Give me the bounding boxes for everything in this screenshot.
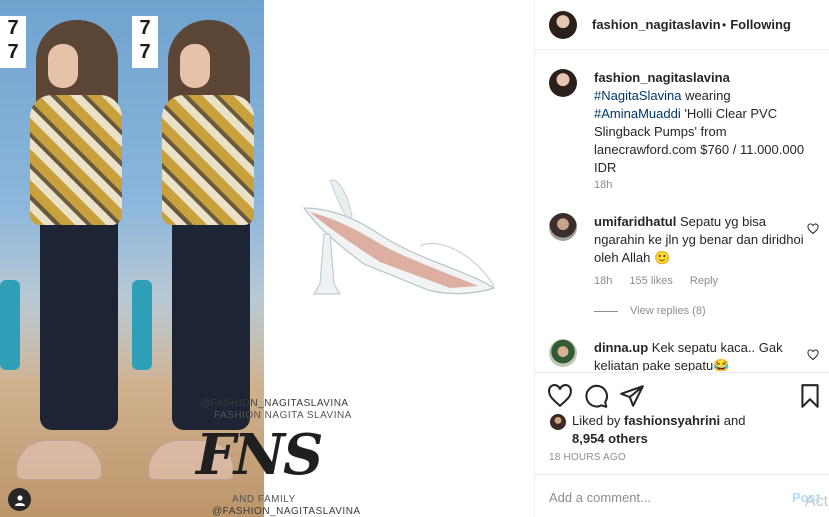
- commenter-avatar[interactable]: [549, 213, 577, 241]
- caption-username[interactable]: fashion_nagitaslavina: [594, 70, 730, 85]
- liked-by-prefix: Liked by: [572, 413, 625, 428]
- tv-channel-logo: 77: [0, 16, 26, 68]
- watermark-logo: FNS: [196, 422, 323, 488]
- comment-like-heart-icon[interactable]: [807, 223, 819, 235]
- post-side-panel: fashion_nagitaslavina • Following fashio…: [534, 0, 829, 517]
- photo-left: 77: [0, 0, 132, 517]
- comment-meta: 18h 155 likes Reply: [594, 275, 732, 287]
- watermark-name: FASHION NAGITA SLAVINA: [214, 410, 352, 421]
- caption-text: fashion_nagitaslavina #NagitaSlavina wea…: [594, 69, 806, 177]
- likes-count[interactable]: 8,954 others: [572, 431, 648, 446]
- reply-button[interactable]: Reply: [690, 275, 718, 287]
- watermark-handle: @FASHION_NAGITASLAVINA: [200, 398, 349, 409]
- comment-time[interactable]: 18h: [594, 275, 612, 287]
- caption: fashion_nagitaslavina #NagitaSlavina wea…: [549, 69, 819, 199]
- replies-divider-line: [594, 310, 618, 312]
- author-username[interactable]: fashion_nagitaslavina: [592, 17, 720, 32]
- post-header: fashion_nagitaslavina • Following: [535, 0, 829, 50]
- share-icon[interactable]: [619, 383, 645, 409]
- comment-likes[interactable]: 155 likes: [629, 275, 672, 287]
- liker-avatar[interactable]: [549, 413, 567, 431]
- product-shoe-image: [302, 179, 496, 295]
- view-replies-label: View replies (8): [630, 305, 706, 317]
- commenter-avatar[interactable]: [549, 339, 577, 367]
- caption-time[interactable]: 18h: [594, 179, 612, 191]
- comment-text: dinna.up Kek sepatu kaca.. Gak keliatan …: [594, 339, 806, 371]
- author-avatar[interactable]: [549, 10, 577, 39]
- post-timestamp[interactable]: 18 HOURS AGO: [549, 452, 626, 463]
- tv-channel-logo: 77: [132, 16, 158, 68]
- heart-icon[interactable]: [547, 383, 573, 409]
- add-comment-bar: Post Act: [535, 474, 829, 517]
- comment-item: dinna.up Kek sepatu kaca.. Gak keliatan …: [549, 339, 819, 371]
- hashtag-link[interactable]: #NagitaSlavina: [594, 88, 681, 103]
- comment-icon[interactable]: [583, 383, 609, 409]
- bookmark-icon[interactable]: [797, 383, 823, 409]
- user-tag-icon[interactable]: [8, 488, 31, 511]
- activation-watermark: Act: [805, 493, 829, 510]
- liker-username[interactable]: fashionsyahrini: [624, 413, 720, 428]
- comment-like-heart-icon[interactable]: [807, 349, 819, 361]
- liked-by-mid: and: [720, 413, 746, 428]
- commenter-username[interactable]: dinna.up: [594, 340, 648, 355]
- comment-item: umifaridhatul Sepatu yg bisa ngarahin ke…: [549, 213, 819, 303]
- caption-avatar[interactable]: [549, 69, 577, 97]
- hashtag-link[interactable]: #AminaMuaddi: [594, 106, 681, 121]
- watermark-family: AND FAMILY: [232, 494, 296, 505]
- commenter-username[interactable]: umifaridhatul: [594, 214, 676, 229]
- comments-list[interactable]: fashion_nagitaslavina #NagitaSlavina wea…: [535, 51, 829, 371]
- caption-meta: 18h: [594, 179, 626, 191]
- comment-text: umifaridhatul Sepatu yg bisa ngarahin ke…: [594, 213, 806, 267]
- caption-text-part: wearing: [681, 88, 731, 103]
- post-media[interactable]: 77 77 @FASHION_NAGITASLAVINA FASHION NAG…: [0, 0, 534, 517]
- view-replies-button[interactable]: View replies (8): [594, 305, 706, 317]
- watermark-handle-bottom: @FASHION_NAGITASLAVINA: [212, 506, 361, 517]
- comment-input[interactable]: [549, 487, 769, 507]
- following-button[interactable]: Following: [730, 17, 791, 32]
- header-separator: •: [722, 17, 727, 32]
- watermark: @FASHION_NAGITASLAVINA FASHION NAGITA SL…: [196, 398, 360, 517]
